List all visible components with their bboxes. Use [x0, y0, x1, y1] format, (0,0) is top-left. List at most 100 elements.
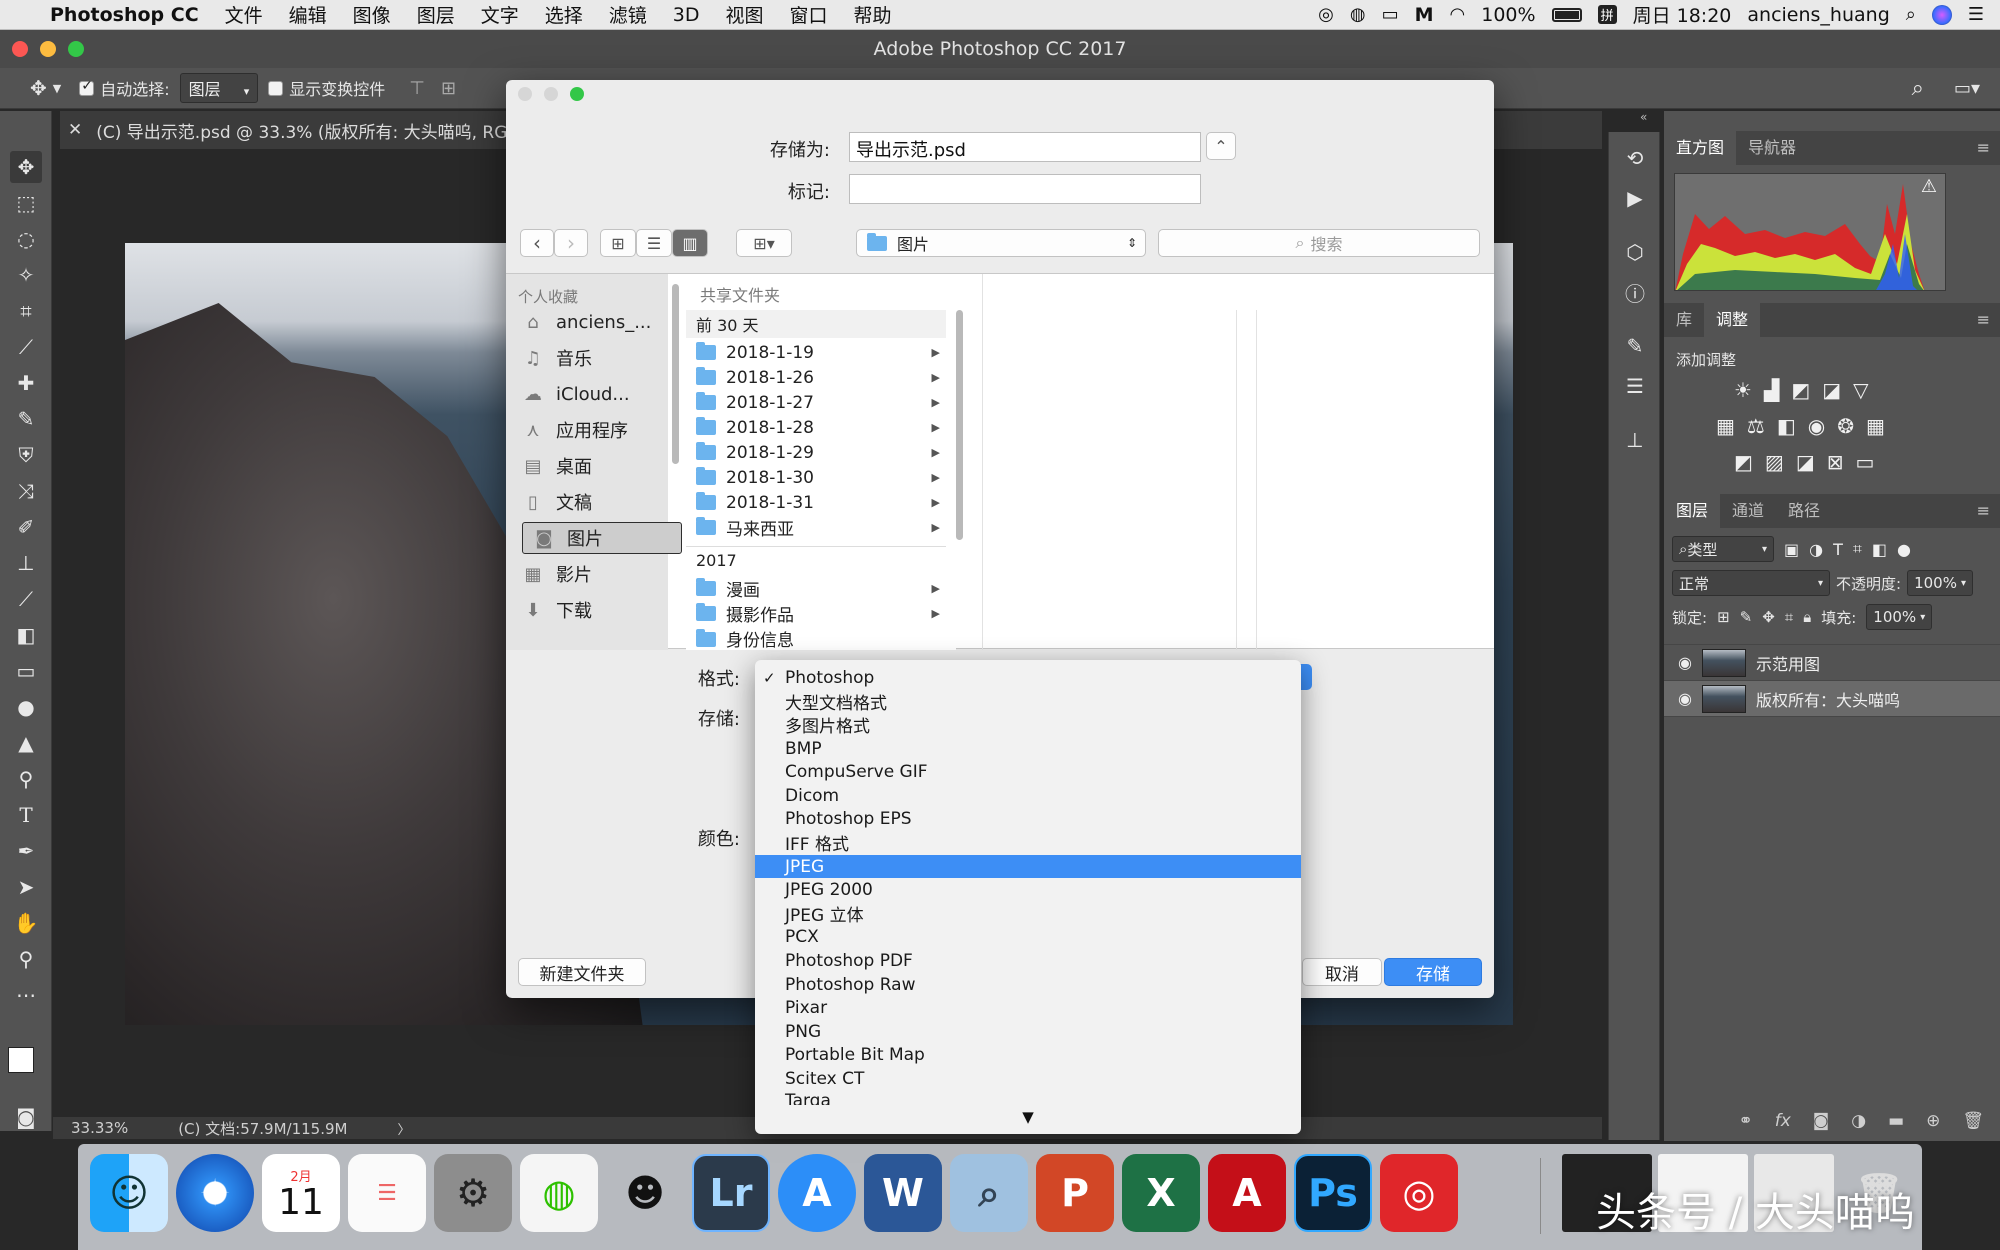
tab-layers[interactable]: 图层 [1664, 494, 1721, 528]
folder-row[interactable]: 漫画 ▶ [686, 576, 946, 601]
gradient-tool-icon[interactable]: ▭ [10, 655, 42, 687]
folder-row[interactable]: 2018-1-29 ▶ [686, 440, 946, 465]
save-as-field[interactable]: 导出示范.psd [849, 132, 1201, 162]
display-icon[interactable]: ▭ [1382, 4, 1399, 25]
format-option[interactable]: Dicom [755, 784, 1301, 808]
filter-toggle-icon[interactable]: ● [1897, 540, 1911, 559]
new-adjustment-icon[interactable]: ◑ [1851, 1111, 1866, 1131]
menu-image[interactable]: 图像 [353, 1, 391, 28]
blend-mode-dropdown[interactable]: 正常 ▾ [1672, 570, 1830, 596]
tab-adjustments[interactable]: 调整 [1704, 303, 1761, 337]
new-group-icon[interactable]: ▬ [1888, 1111, 1904, 1131]
format-option[interactable]: 大型文档格式 [755, 690, 1301, 714]
folder-row[interactable]: 2018-1-31 ▶ [686, 490, 946, 515]
input-method-icon[interactable]: 拼 [1597, 5, 1617, 24]
opacity-input[interactable]: 100% ▾ [1907, 570, 1974, 596]
black-white-icon[interactable]: ◧ [1777, 414, 1796, 438]
eye-icon[interactable]: ◉ [1678, 689, 1692, 708]
calendar-icon[interactable]: 2月 11 [262, 1154, 340, 1232]
back-button[interactable]: ‹ [520, 229, 554, 257]
hue-saturation-icon[interactable]: ▦ [1716, 414, 1735, 438]
channel-mixer-icon[interactable]: ❂ [1837, 414, 1854, 438]
cancel-button[interactable]: 取消 [1302, 958, 1382, 986]
folder-row[interactable]: 马来西亚 ▶ [686, 515, 946, 540]
document-tab-title[interactable]: (C) 导出示范.psd @ 33.3% (版权所有: 大头喵呜, RGB/ [96, 118, 525, 143]
close-window-button[interactable] [12, 41, 28, 57]
column-scrollbar[interactable] [956, 310, 963, 540]
menu-window[interactable]: 窗口 [789, 1, 827, 28]
show-transform-checkbox[interactable] [268, 80, 284, 96]
type-tool-icon[interactable]: T [10, 799, 42, 831]
blur-tool-icon[interactable]: ● [10, 691, 42, 723]
icon-view-button[interactable]: ⊞ [600, 229, 636, 257]
pen-tool-icon[interactable]: ✒ [10, 835, 42, 867]
format-option[interactable]: PCX [755, 926, 1301, 950]
sidebar-item-music[interactable]: ♫ 音乐 [520, 342, 666, 374]
color-balance-icon[interactable]: ⚖ [1747, 414, 1765, 438]
zoom-level[interactable]: 33.33% [71, 1119, 128, 1137]
history-panel-icon[interactable]: ⟲ [1619, 142, 1651, 174]
folder-row[interactable]: 2018-1-30 ▶ [686, 465, 946, 490]
status-arrow-icon[interactable]: 〉 [397, 1119, 410, 1138]
folder-row[interactable]: 摄影作品 ▶ [686, 601, 946, 626]
panel-menu-icon[interactable]: ≡ [1965, 494, 2000, 528]
properties-panel-icon[interactable]: ☰ [1619, 370, 1651, 402]
word-icon[interactable]: W [864, 1154, 942, 1232]
format-option[interactable]: JPEG 立体 [755, 902, 1301, 926]
auto-select-dropdown[interactable]: 图层 ▾ [179, 73, 259, 103]
eraser-tool-icon[interactable]: ◧ [10, 619, 42, 651]
gradient-map-icon[interactable]: ▭ [1855, 450, 1874, 474]
format-option[interactable]: JPEG 2000 [755, 878, 1301, 902]
auto-select-checkbox[interactable] [79, 78, 95, 96]
tab-libraries[interactable]: 库 [1664, 303, 1704, 337]
layer-row[interactable]: ◉ 示范用图 [1664, 645, 2000, 681]
new-layer-icon[interactable]: ⊕ [1926, 1111, 1940, 1131]
excel-icon[interactable]: X [1122, 1154, 1200, 1232]
location-dropdown[interactable]: 图片 ⇕ [856, 229, 1146, 257]
lock-all-icon[interactable]: 🔒︎ [1803, 608, 1811, 626]
sharpen-tool-icon[interactable]: ▲ [10, 727, 42, 759]
close-tab-icon[interactable]: ✕ [68, 120, 82, 140]
user-name[interactable]: anciens_huang [1747, 4, 1889, 26]
posterize-icon[interactable]: ▨ [1765, 450, 1784, 474]
system-preferences-icon[interactable]: ⚙ [434, 1154, 512, 1232]
hand-tool-icon[interactable]: ✋ [10, 907, 42, 939]
pencil-tool-icon[interactable]: ✐ [10, 511, 42, 543]
menu-3d[interactable]: 3D [673, 4, 700, 26]
cc-status-icon[interactable]: ◍ [1350, 4, 1366, 25]
forward-button[interactable]: › [554, 229, 588, 257]
levels-icon[interactable]: ▟ [1764, 378, 1779, 402]
clone-source-panel-icon[interactable]: ⊥ [1619, 424, 1651, 456]
filter-pixel-icon[interactable]: ▣ [1784, 540, 1799, 559]
photoshop-icon[interactable]: Ps [1294, 1154, 1372, 1232]
wechat-status-icon[interactable]: ◎ [1318, 4, 1334, 25]
workspace-switcher-icon[interactable]: ▭▾ [1954, 78, 1980, 99]
add-mask-icon[interactable]: ◙ [1813, 1111, 1830, 1131]
gallery-view-button[interactable]: ⊞▾ [736, 229, 792, 257]
column-divider[interactable] [1256, 310, 1257, 650]
preview-icon[interactable]: ⌕ [950, 1154, 1028, 1232]
crop-tool-icon[interactable]: ⌗ [10, 295, 42, 327]
sidebar-item-icloud[interactable]: ☁ iCloud... [520, 378, 666, 410]
format-option[interactable]: Pixar [755, 996, 1301, 1020]
tab-paths[interactable]: 路径 [1776, 494, 1832, 528]
quick-mask-icon[interactable]: ◙ [10, 1101, 42, 1133]
exposure-icon[interactable]: ◪ [1822, 378, 1841, 402]
column-divider[interactable] [982, 274, 983, 650]
layer-filter-dropdown[interactable]: ⌕ 类型 ▾ [1672, 536, 1774, 562]
color-lookup-icon[interactable]: ▦ [1866, 414, 1885, 438]
align-middle-icon[interactable]: ⊞ [441, 78, 456, 99]
info-panel-icon[interactable]: ⓘ [1619, 276, 1651, 308]
menu-file[interactable]: 文件 [225, 1, 263, 28]
marquee-tool-icon[interactable]: ⬚ [10, 187, 42, 219]
layer-name[interactable]: 版权所有：大头喵呜 [1756, 687, 1900, 711]
document-info[interactable]: (C) 文档:57.9M/115.9M [178, 1118, 347, 1139]
chevron-down-icon[interactable]: ▼ [53, 82, 61, 95]
clock[interactable]: 周日 18:20 [1633, 1, 1732, 28]
m-status-icon[interactable]: M [1415, 4, 1434, 26]
sidebar-item-pictures[interactable]: ◙ 图片 [522, 522, 682, 554]
app-store-icon[interactable]: A [778, 1154, 856, 1232]
panel-menu-icon[interactable]: ≡ [1965, 303, 2000, 337]
menu-select[interactable]: 选择 [545, 1, 583, 28]
vibrance-icon[interactable]: ▽ [1853, 378, 1868, 402]
